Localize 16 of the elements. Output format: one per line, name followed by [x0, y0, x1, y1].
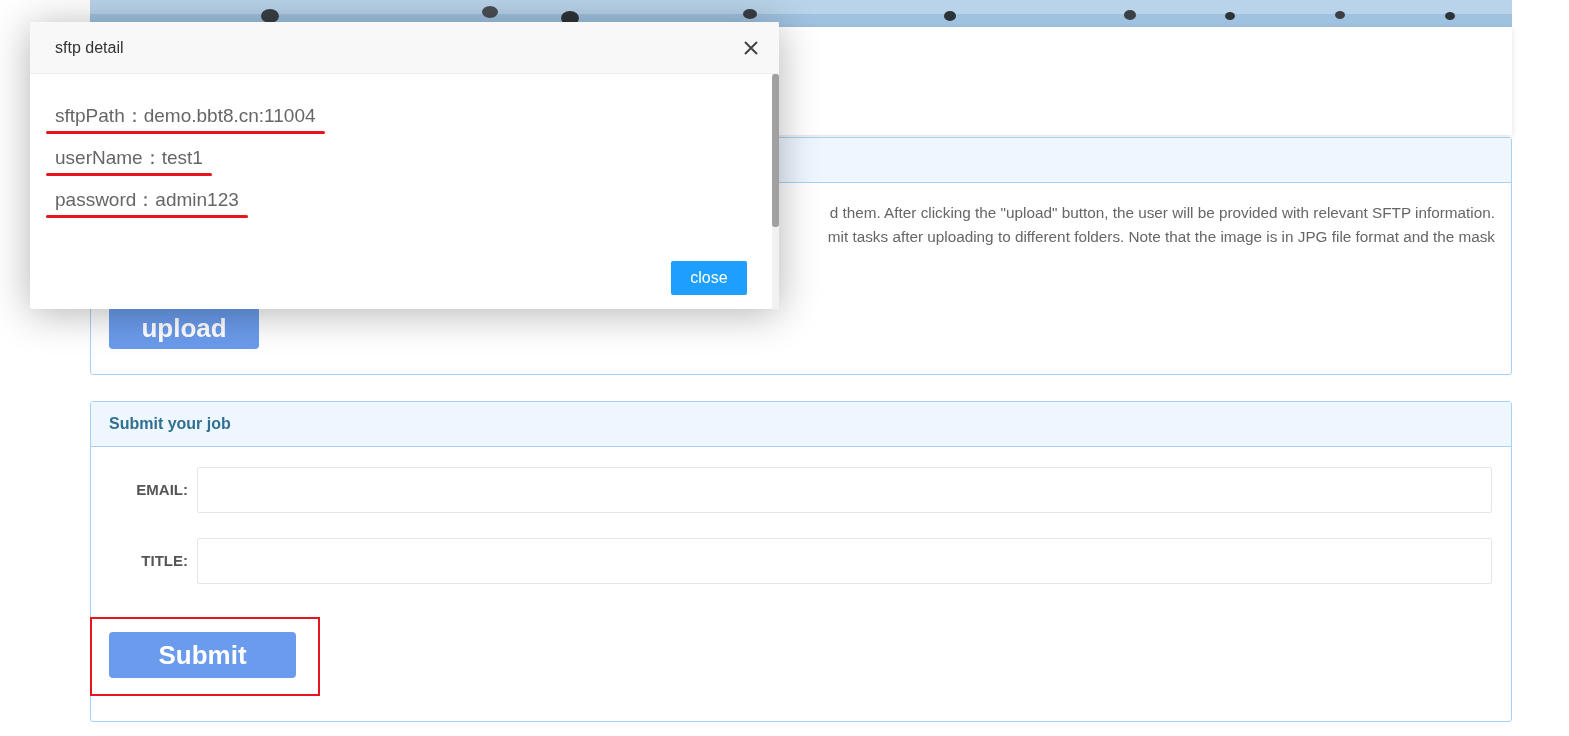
close-button[interactable]: close [671, 261, 747, 295]
dialog-title: sftp detail [55, 37, 124, 58]
input-field[interactable] [197, 538, 1492, 584]
description-text: mit tasks after uploading to different folders. Note that the image is in JPG file format and the mask [827, 227, 1495, 247]
detail-text: sftpPath：demo.bbt8.cn:11004 [55, 105, 316, 126]
upload-button[interactable]: upload [109, 307, 259, 349]
close-icon[interactable] [743, 39, 759, 56]
panel-title: Submit your job [109, 414, 231, 434]
detail-text: password：admin123 [55, 189, 239, 210]
field-label: EMAIL: [135, 479, 189, 500]
field-label: TITLE: [140, 550, 189, 571]
detail-text: userName：test1 [55, 147, 203, 168]
scrollbar[interactable] [772, 74, 779, 309]
description-text: d them. After clicking the "upload" button, the user will be provided with relevant SFTP information. [829, 203, 1495, 223]
submit-button[interactable]: Submit [109, 632, 296, 678]
input-field[interactable] [197, 467, 1492, 513]
